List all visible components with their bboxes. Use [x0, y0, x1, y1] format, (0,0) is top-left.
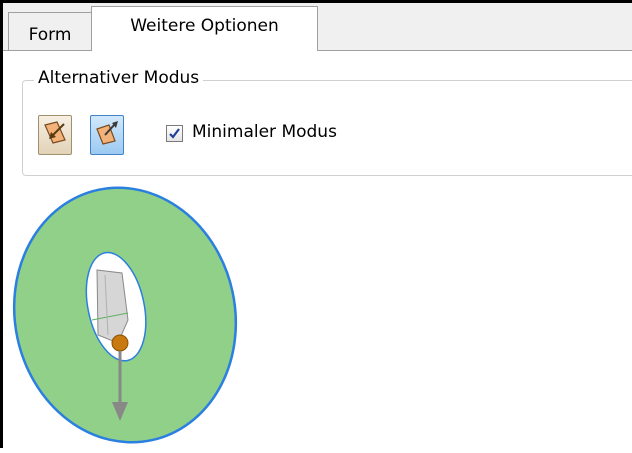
- mode-out-button[interactable]: [90, 115, 124, 155]
- tab-form-label: Form: [28, 24, 72, 45]
- minimal-mode-checkbox[interactable]: [166, 125, 183, 142]
- tab-strip: Form Weitere Optionen: [3, 3, 632, 51]
- tab-form[interactable]: Form: [8, 12, 92, 50]
- tab-weitere-optionen[interactable]: Weitere Optionen: [91, 6, 318, 51]
- face-arrow-in-icon: [42, 120, 68, 151]
- preview-viewport[interactable]: [0, 185, 270, 453]
- checkmark-icon: [169, 128, 180, 139]
- tab-weitere-optionen-label: Weitere Optionen: [130, 15, 279, 36]
- annular-face-preview: [12, 186, 238, 444]
- minimal-mode-label: Minimaler Modus: [192, 122, 337, 142]
- group-title: Alternativer Modus: [34, 68, 204, 88]
- face-arrow-out-icon: [94, 120, 120, 151]
- mode-in-button[interactable]: [38, 115, 72, 155]
